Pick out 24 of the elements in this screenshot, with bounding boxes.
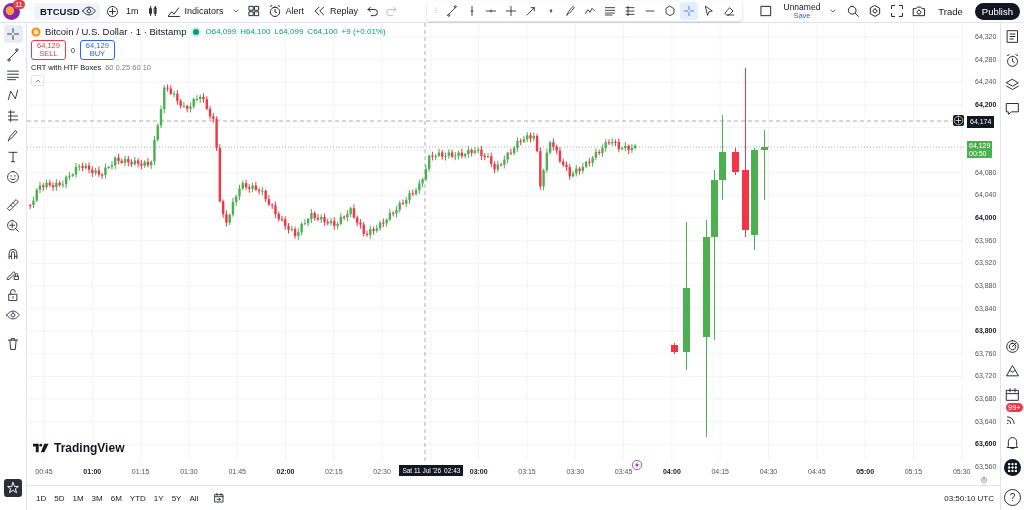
- range-button[interactable]: All: [188, 493, 200, 503]
- range-button[interactable]: 3M: [90, 493, 104, 503]
- indicators-button[interactable]: Indicators: [165, 4, 225, 18]
- ohlc-value: H64,100: [240, 27, 271, 36]
- brand-name: TradingView: [54, 441, 125, 455]
- change-value: +9 (+0.01%): [341, 27, 386, 36]
- ohlc-value: L64,099: [274, 27, 304, 36]
- range-button[interactable]: 5Y: [170, 493, 183, 503]
- range-button[interactable]: 1D: [35, 493, 48, 503]
- clock: 03:50:10 UTC: [944, 493, 994, 503]
- range-button[interactable]: 6M: [109, 493, 123, 503]
- alert-button[interactable]: Alert: [266, 4, 306, 18]
- publish-button[interactable]: Publish: [974, 2, 1020, 20]
- ohlc-value: O64,099: [205, 27, 237, 36]
- range-button[interactable]: YTD: [128, 493, 147, 503]
- range-button[interactable]: 1M: [71, 493, 85, 503]
- symbol-search-field[interactable]: BTCUSD: [34, 2, 100, 20]
- range-button[interactable]: 5D: [53, 493, 66, 503]
- interval-button[interactable]: 1m: [125, 6, 140, 16]
- replay-button[interactable]: Replay: [311, 4, 360, 18]
- range-button[interactable]: 1Y: [152, 493, 165, 503]
- ohlc-value: C64,100: [307, 27, 338, 36]
- symbol-title: Bitcoin / U.S. Dollar · 1 · Bitstamp: [45, 26, 187, 37]
- trade-button[interactable]: Trade: [934, 5, 967, 17]
